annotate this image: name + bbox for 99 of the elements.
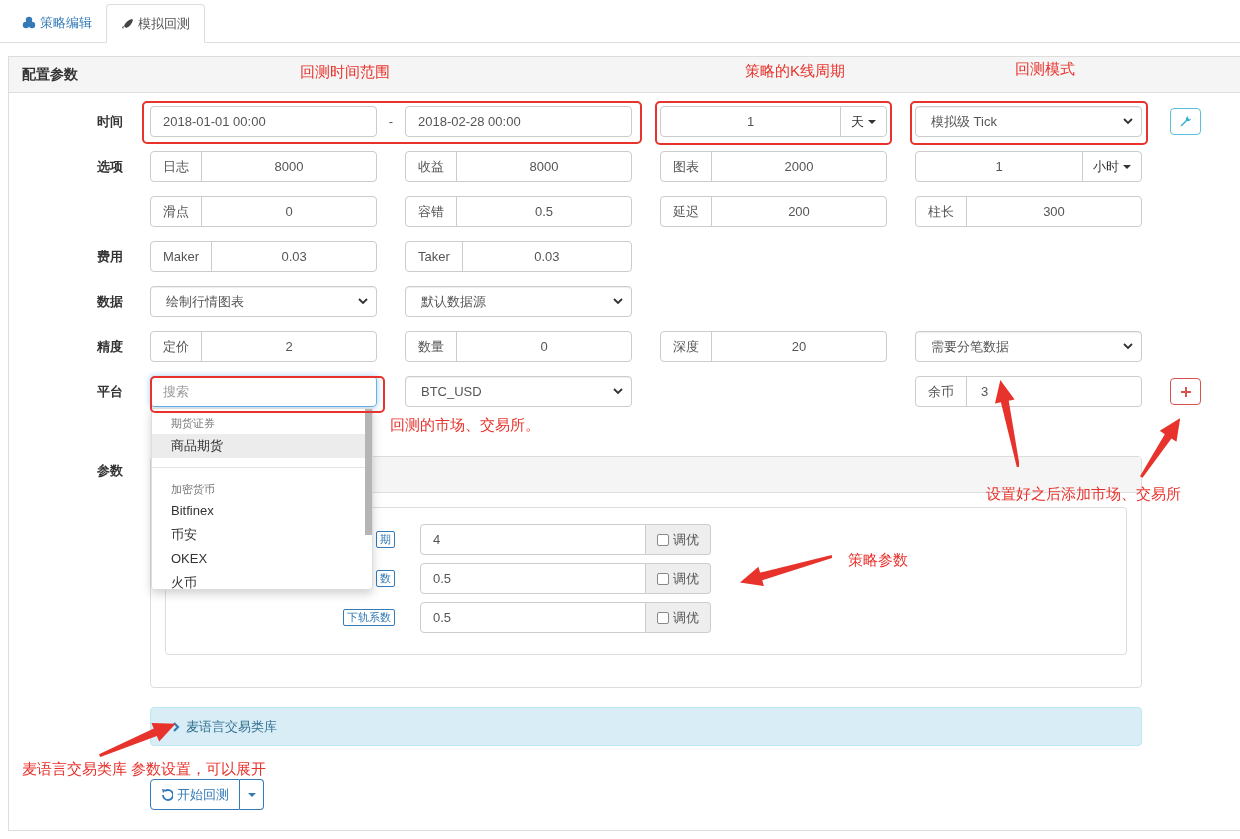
checkbox[interactable] bbox=[657, 533, 669, 546]
field-label: 日志 bbox=[151, 152, 202, 181]
field-value: 0 bbox=[284, 202, 294, 221]
field-label: 延迟 bbox=[661, 197, 712, 226]
field-value: 2000 bbox=[783, 157, 815, 176]
optimize-toggle[interactable]: 调优 bbox=[646, 524, 711, 555]
add-button[interactable] bbox=[1170, 378, 1201, 405]
input-group[interactable]: 滑点 0 bbox=[150, 196, 377, 227]
field-label: Maker bbox=[151, 242, 213, 271]
select-field[interactable]: 默认数据源 bbox=[405, 286, 632, 317]
optimize-toggle[interactable]: 调优 bbox=[646, 602, 711, 633]
param-field[interactable]: 4 bbox=[420, 524, 646, 555]
wrench-icon bbox=[1179, 115, 1192, 128]
start-backtest-button[interactable]: 开始回测 bbox=[150, 779, 240, 810]
scrollbar[interactable] bbox=[365, 409, 372, 535]
arrow bbox=[1139, 418, 1180, 478]
select-field[interactable]: BTC_USD bbox=[405, 376, 632, 407]
cubes-icon bbox=[22, 16, 36, 29]
date-field[interactable]: 2018-01-01 00:00 bbox=[150, 106, 377, 137]
param-label: 期 bbox=[376, 531, 395, 548]
input-group[interactable]: 容错 0.5 bbox=[405, 196, 632, 227]
annotation-text: 设置好之后添加市场、交易所 bbox=[986, 484, 1181, 504]
settings-button[interactable] bbox=[1170, 108, 1201, 135]
row-label: 时间 bbox=[97, 112, 123, 131]
input-group[interactable]: 柱长 300 bbox=[915, 196, 1142, 227]
group-heading: 期货证券 bbox=[170, 416, 216, 431]
row-label: 平台 bbox=[97, 382, 123, 401]
caret-icon bbox=[247, 792, 256, 797]
field-label: Taker bbox=[406, 242, 463, 271]
annotation-text: 策略参数 bbox=[848, 550, 908, 570]
dropdown-toggle[interactable] bbox=[240, 779, 264, 810]
plus-icon bbox=[1180, 386, 1191, 397]
field-label: 数量 bbox=[406, 332, 457, 361]
param-field[interactable]: 0.5 bbox=[420, 602, 646, 633]
date-field[interactable]: 2018-02-28 00:00 bbox=[405, 106, 632, 137]
field-value: 0.03 bbox=[280, 247, 308, 266]
chevron-down-icon bbox=[1123, 343, 1133, 350]
checkbox[interactable] bbox=[657, 572, 669, 585]
input-group[interactable]: 日志 8000 bbox=[150, 151, 377, 182]
annotation-text: 麦语言交易类库 参数设置，可以展开 bbox=[22, 759, 267, 779]
annotation-text: 策略的K线周期 bbox=[745, 61, 845, 81]
field-label: 余币 bbox=[916, 377, 967, 406]
param-field[interactable]: 0.5 bbox=[420, 563, 646, 594]
param-label: 数 bbox=[376, 570, 395, 587]
group-heading: 加密货币 bbox=[170, 481, 216, 497]
input-group[interactable]: 数量 0 bbox=[405, 331, 632, 362]
rocket-icon bbox=[121, 17, 134, 30]
annotation-text: 回测时间范围 bbox=[300, 62, 390, 82]
input-group[interactable]: 图表 2000 bbox=[660, 151, 887, 182]
field-value: 8000 bbox=[273, 157, 305, 176]
row-label: 参数 bbox=[97, 462, 123, 480]
field-value: 3 bbox=[980, 382, 990, 401]
field-label: 容错 bbox=[406, 197, 457, 226]
chevron-down-icon bbox=[613, 298, 623, 305]
dropdown-item[interactable]: 火币 bbox=[152, 571, 365, 589]
row-label: 数据 bbox=[97, 292, 123, 311]
field-value: 300 bbox=[1042, 202, 1066, 221]
input-group[interactable]: Maker 0.03 bbox=[150, 241, 377, 272]
field-value: 200 bbox=[787, 202, 811, 221]
library-bar[interactable]: 麦语言交易类库 bbox=[150, 707, 1142, 746]
field-value: 2 bbox=[284, 337, 294, 356]
dropdown-item[interactable]: 商品期货 bbox=[152, 433, 365, 458]
chevron-down-icon bbox=[613, 388, 623, 395]
param-label: 下轨系数 bbox=[343, 609, 395, 626]
field-label: 图表 bbox=[661, 152, 712, 181]
tab[interactable]: 模拟回测 bbox=[106, 4, 205, 43]
annotation-text: 回测模式 bbox=[1015, 59, 1075, 79]
field-value: 0 bbox=[539, 337, 549, 356]
row-label: 精度 bbox=[97, 337, 123, 356]
row-label: 选项 bbox=[97, 157, 123, 176]
field-label: 滑点 bbox=[151, 197, 202, 226]
chevron-down-icon bbox=[358, 298, 368, 305]
field-label: 深度 bbox=[661, 332, 712, 361]
input-group[interactable]: 收益 8000 bbox=[405, 151, 632, 182]
input-group[interactable]: Taker 0.03 bbox=[405, 241, 632, 272]
optimize-toggle[interactable]: 调优 bbox=[646, 563, 711, 594]
select-field[interactable]: 需要分笔数据 bbox=[915, 331, 1142, 362]
input-group[interactable]: 定价 2 bbox=[150, 331, 377, 362]
field-label: 定价 bbox=[151, 332, 202, 361]
annotation-text: 回测的市场、交易所。 bbox=[390, 415, 540, 435]
range-separator: - bbox=[387, 112, 395, 131]
tab[interactable]: 策略编辑 bbox=[8, 3, 106, 42]
chevron-right-icon bbox=[173, 721, 180, 732]
select-field[interactable]: 模拟级 Tick bbox=[915, 106, 1142, 137]
field-label: 收益 bbox=[406, 152, 457, 181]
search-field[interactable]: 搜索 bbox=[150, 376, 377, 407]
row-label: 费用 bbox=[97, 247, 123, 266]
input-group[interactable]: 余币 3 bbox=[915, 376, 1142, 407]
chevron-down-icon bbox=[1123, 118, 1133, 125]
undo-icon bbox=[161, 788, 173, 801]
input-group[interactable]: 延迟 200 bbox=[660, 196, 887, 227]
field-value: 20 bbox=[790, 337, 808, 356]
field-value: 8000 bbox=[528, 157, 560, 176]
field-value: 0.03 bbox=[533, 247, 561, 266]
field-label: 柱长 bbox=[916, 197, 967, 226]
field-value: 0.5 bbox=[533, 202, 555, 221]
checkbox[interactable] bbox=[657, 611, 669, 624]
input-group[interactable]: 深度 20 bbox=[660, 331, 887, 362]
select-field[interactable]: 绘制行情图表 bbox=[150, 286, 377, 317]
